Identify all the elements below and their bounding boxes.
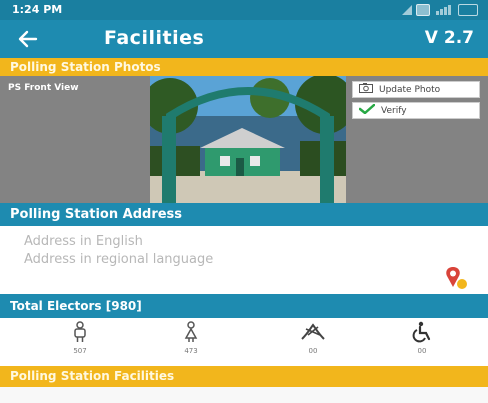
update-photo-label: Update Photo — [379, 84, 441, 95]
app-version: V 2.7 — [424, 28, 474, 48]
facilities-section-header: Polling Station Facilities — [0, 366, 488, 387]
ps-front-photo[interactable] — [150, 76, 346, 203]
update-photo-button[interactable]: Update Photo — [352, 81, 480, 98]
network-icon — [436, 5, 452, 15]
address-area: Address in English Address in regional l… — [0, 226, 488, 294]
address-english-input[interactable]: Address in English — [24, 234, 143, 249]
wheelchair-icon — [411, 321, 433, 347]
electors-row: 507 473 00 00 — [0, 318, 488, 362]
male-icon — [72, 321, 88, 347]
back-arrow-icon[interactable] — [16, 24, 40, 59]
status-icons — [402, 4, 478, 16]
female-count: 473 — [184, 347, 198, 355]
app-bar: Facilities V 2.7 — [0, 20, 488, 58]
volte-icon — [416, 4, 430, 16]
address-regional-input[interactable]: Address in regional language — [24, 252, 213, 267]
page-title: Facilities — [104, 27, 205, 49]
third-gender-count: 00 — [308, 347, 318, 355]
verify-button[interactable]: Verify — [352, 102, 480, 119]
status-time: 1:24 PM — [12, 3, 63, 16]
elector-male: 507 — [60, 321, 100, 355]
verify-label: Verify — [381, 105, 407, 116]
female-icon — [183, 321, 199, 347]
third-gender-icon — [300, 323, 326, 347]
photo-area: PS Front View Update Photo Verify — [0, 76, 488, 203]
battery-icon — [458, 4, 478, 16]
checkmark-icon — [358, 103, 376, 117]
facilities-content — [0, 387, 488, 403]
status-bar: 1:24 PM — [0, 0, 488, 20]
elector-pwd: 00 — [402, 321, 442, 355]
male-count: 507 — [73, 347, 87, 355]
pwd-count: 00 — [417, 347, 427, 355]
ps-front-view-label: PS Front View — [8, 83, 79, 93]
signal-icon — [402, 5, 412, 15]
electors-section-header: Total Electors [980] — [0, 294, 488, 318]
elector-female: 473 — [171, 321, 211, 355]
map-pin-icon[interactable] — [443, 266, 469, 294]
elector-third-gender: 00 — [293, 321, 333, 355]
camera-icon — [359, 83, 373, 96]
address-section-header: Polling Station Address — [0, 203, 488, 226]
photos-section-header: Polling Station Photos — [0, 58, 488, 76]
